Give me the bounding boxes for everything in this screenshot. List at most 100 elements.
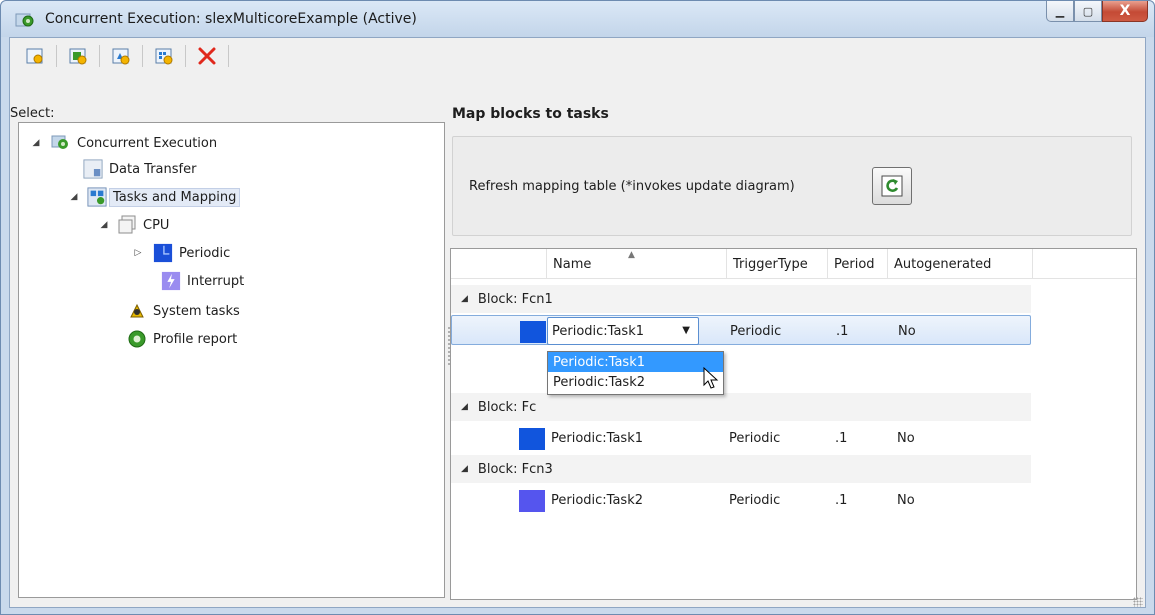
tree-panel: ◢ Concurrent Execution Data Transfer ◢ T… <box>18 122 445 598</box>
expanded-icon[interactable]: ◢ <box>461 294 468 304</box>
add-periodic-icon <box>69 48 87 65</box>
minimize-button[interactable]: ▁ <box>1046 1 1074 22</box>
add-profile-icon <box>155 48 173 65</box>
periodic-icon <box>153 243 173 263</box>
add-task-button[interactable] <box>22 43 48 69</box>
table-header: Name ▲ TriggerType Period Autogenerated <box>451 249 1136 279</box>
title-bar[interactable]: Concurrent Execution: slexMulticoreExamp… <box>1 1 1154 37</box>
expanded-icon[interactable]: ◢ <box>461 464 468 474</box>
add-trigger-button[interactable] <box>108 43 134 69</box>
add-trigger-icon <box>112 48 130 65</box>
group-row[interactable]: ◢ Block: Fc <box>451 393 1031 421</box>
task-color-swatch <box>519 428 545 450</box>
tree-item-tasks-and-mapping[interactable]: ◢ Tasks and Mapping <box>67 185 241 209</box>
add-task-icon <box>26 48 43 64</box>
column-header-name[interactable]: Name ▲ <box>547 249 727 279</box>
expanded-icon[interactable]: ◢ <box>29 138 43 148</box>
tree-item-data-transfer[interactable]: Data Transfer <box>83 157 196 181</box>
collapsed-icon[interactable]: ▷ <box>131 248 145 258</box>
cpu-icon <box>117 215 137 235</box>
resize-grip-icon[interactable] <box>1133 597 1143 607</box>
toolbar <box>10 38 1145 74</box>
app-gear-icon <box>15 13 34 27</box>
task-dropdown-list: Periodic:Task1 Periodic:Task2 <box>547 351 724 395</box>
table-row[interactable]: Periodic:Task2 Periodic .1 No <box>451 485 1031 515</box>
cell-trigger: Periodic <box>730 323 782 339</box>
toolbar-separator <box>99 45 100 67</box>
tree-item-profile-report[interactable]: Profile report <box>127 327 237 351</box>
table-row[interactable]: Periodic:Task1 Periodic .1 No <box>451 423 1031 453</box>
system-tasks-icon <box>127 301 147 321</box>
tree-item-concurrent-execution[interactable]: ◢ Concurrent Execution <box>29 131 217 155</box>
cell-trigger: Periodic <box>729 492 781 508</box>
refresh-icon <box>881 175 903 197</box>
tree-item-label: Tasks and Mapping <box>109 187 241 207</box>
refresh-button[interactable] <box>872 167 912 205</box>
mapping-table: Name ▲ TriggerType Period Autogenerated … <box>450 248 1137 600</box>
cell-trigger: Periodic <box>729 430 781 446</box>
column-header-triggertype[interactable]: TriggerType <box>727 249 828 279</box>
window-controls: ▁ ▢ X <box>1046 1 1148 22</box>
cell-period: .1 <box>836 323 849 339</box>
cell-autogenerated: No <box>898 323 916 339</box>
column-header-autogenerated[interactable]: Autogenerated <box>888 249 1033 279</box>
tree-item-label: Data Transfer <box>109 161 197 177</box>
data-transfer-icon <box>83 159 103 179</box>
add-periodic-button[interactable] <box>65 43 91 69</box>
toolbar-separator <box>228 45 229 67</box>
cell-autogenerated: No <box>897 492 915 508</box>
tree-item-label: Profile report <box>153 331 238 347</box>
interrupt-icon <box>161 271 181 291</box>
tree-item-label: Interrupt <box>187 273 245 289</box>
tree-item-cpu[interactable]: ◢ CPU <box>97 213 169 237</box>
profile-report-icon <box>127 329 147 349</box>
tree-item-label: Concurrent Execution <box>77 135 218 151</box>
tasks-mapping-icon <box>87 187 107 207</box>
cell-autogenerated: No <box>897 430 915 446</box>
cell-period: .1 <box>835 430 848 446</box>
group-row[interactable]: ◢ Block: Fcn1 <box>451 285 1031 313</box>
client-area: Select: ◢ Concurrent Execution Data Tran… <box>9 37 1146 608</box>
cell-name: Periodic:Task2 <box>551 492 644 508</box>
column-header-blank <box>451 249 547 279</box>
table-row[interactable]: Periodic:Task1 ▼ Periodic .1 No <box>451 315 1031 345</box>
refresh-text: Refresh mapping table (*invokes update d… <box>469 179 795 194</box>
toolbar-separator <box>142 45 143 67</box>
task-color-swatch <box>520 321 546 343</box>
window-title: Concurrent Execution: slexMulticoreExamp… <box>45 11 417 27</box>
sort-ascending-icon: ▲ <box>628 250 635 260</box>
gear-icon <box>51 133 71 153</box>
tree-item-periodic[interactable]: ▷ Periodic <box>131 241 230 265</box>
task-combo-box[interactable]: Periodic:Task1 ▼ <box>547 317 699 345</box>
tree-item-system-tasks[interactable]: System tasks <box>127 299 240 323</box>
maximize-button[interactable]: ▢ <box>1074 1 1102 22</box>
toolbar-separator <box>185 45 186 67</box>
dropdown-arrow-icon[interactable]: ▼ <box>682 325 690 336</box>
refresh-panel: Refresh mapping table (*invokes update d… <box>452 136 1132 236</box>
status-bar <box>10 597 1145 609</box>
delete-button[interactable] <box>194 43 220 69</box>
toolbar-separator <box>56 45 57 67</box>
group-label: Block: Fc <box>477 399 537 415</box>
close-button[interactable]: X <box>1102 1 1148 22</box>
tree-item-label: System tasks <box>153 303 240 319</box>
column-header-period[interactable]: Period <box>828 249 888 279</box>
expanded-icon[interactable]: ◢ <box>97 220 111 230</box>
select-label: Select: <box>10 106 55 121</box>
expanded-icon[interactable]: ◢ <box>67 192 81 202</box>
panel-title: Map blocks to tasks <box>452 106 609 122</box>
group-row[interactable]: ◢ Block: Fcn3 <box>451 455 1031 483</box>
tree-item-label: Periodic <box>179 245 231 261</box>
cell-period: .1 <box>835 492 848 508</box>
expanded-icon[interactable]: ◢ <box>461 402 468 412</box>
tree-item-label: CPU <box>143 217 170 233</box>
add-profile-button[interactable] <box>151 43 177 69</box>
dropdown-option[interactable]: Periodic:Task2 <box>548 372 723 392</box>
group-label: Block: Fcn3 <box>477 461 553 477</box>
main-window: Concurrent Execution: slexMulticoreExamp… <box>0 0 1155 615</box>
tree-item-interrupt[interactable]: Interrupt <box>161 269 244 293</box>
cell-name: Periodic:Task1 <box>551 430 644 446</box>
dropdown-option[interactable]: Periodic:Task1 <box>548 352 723 372</box>
delete-icon <box>198 47 216 65</box>
task-color-swatch <box>519 490 545 512</box>
